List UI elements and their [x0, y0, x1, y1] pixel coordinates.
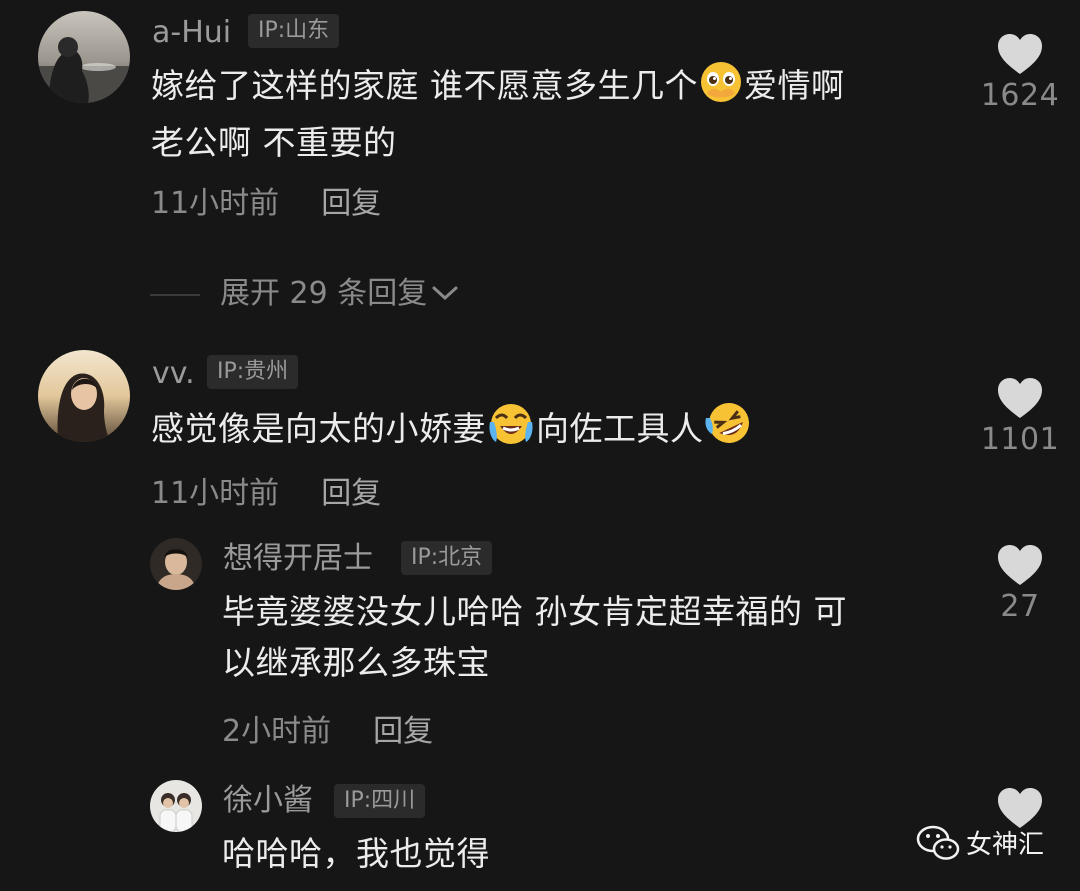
avatar[interactable] — [38, 11, 130, 103]
comment-text: 哈哈哈，我也觉得 — [222, 828, 822, 879]
comment-text-line1: 嫁给了这样的家庭 谁不愿意多生几个 — [151, 66, 698, 105]
username[interactable]: 想得开居士 — [223, 542, 373, 576]
like-button[interactable]: 27 — [980, 543, 1060, 624]
comment-text-line2: 老公啊 不重要的 — [151, 123, 397, 162]
heart-icon — [998, 378, 1042, 418]
heart-icon — [998, 34, 1042, 74]
ip-badge: IP:贵州 — [207, 355, 299, 389]
comment-text-line2: 以继承那么多珠宝 — [222, 643, 490, 682]
rolling-laughing-emoji-icon — [704, 400, 754, 460]
comment-text-line1b: 爱情啊 — [744, 66, 845, 105]
wechat-icon — [916, 825, 960, 860]
comment-meta: 11小时前 回复 — [151, 178, 381, 222]
like-button[interactable]: 1101 — [980, 376, 1060, 457]
ip-badge: IP:四川 — [334, 784, 426, 818]
comment-text: 感觉像是向太的小娇妻 向佐工具人 — [151, 400, 971, 460]
crying-face-emoji-icon — [486, 402, 536, 460]
divider — [150, 293, 200, 296]
like-button[interactable]: 1624 — [980, 32, 1060, 113]
reply-button[interactable]: 回复 — [321, 476, 381, 511]
heart-icon — [998, 545, 1042, 585]
watermark: 女神汇 — [916, 824, 1044, 861]
timestamp: 11小时前 — [151, 476, 280, 511]
like-count: 1101 — [980, 422, 1060, 457]
comment-text: 毕竟婆婆没女儿哈哈 孙女肯定超幸福的 可 以继承那么多珠宝 — [222, 586, 962, 688]
pleading-face-emoji-icon — [698, 61, 744, 117]
avatar[interactable] — [38, 350, 130, 442]
like-count: 27 — [1000, 589, 1040, 624]
comment-meta: 2小时前 回复 — [222, 706, 433, 750]
comment-text-a: 感觉像是向太的小娇妻 — [151, 409, 486, 448]
comment-text-line1: 毕竟婆婆没女儿哈哈 孙女肯定超幸福的 可 — [222, 592, 847, 631]
like-count: 1624 — [980, 78, 1060, 113]
timestamp: 11小时前 — [151, 186, 280, 221]
expand-label: 展开 29 条回复 — [220, 276, 428, 311]
username[interactable]: a-Hui — [152, 16, 231, 50]
username[interactable]: 徐小酱 — [223, 784, 313, 818]
timestamp: 2小时前 — [222, 714, 332, 749]
comment-text-b: 向佐工具人 — [536, 409, 704, 448]
watermark-text: 女神汇 — [965, 830, 1044, 860]
comment-text: 嫁给了这样的家庭 谁不愿意多生几个 爱情啊 老公啊 不重要的 — [151, 60, 971, 168]
reply-button[interactable]: 回复 — [321, 186, 381, 221]
reply-button[interactable]: 回复 — [373, 714, 433, 749]
comment-text-body: 哈哈哈，我也觉得 — [222, 834, 490, 873]
username[interactable]: vv. — [152, 357, 195, 391]
avatar[interactable] — [150, 780, 202, 832]
ip-badge: IP:山东 — [248, 14, 340, 48]
ip-badge: IP:北京 — [401, 541, 493, 575]
comment-meta: 11小时前 回复 — [151, 468, 381, 512]
chevron-down-icon — [432, 286, 458, 301]
expand-replies-button[interactable]: 展开 29 条回复 — [150, 268, 459, 312]
avatar[interactable] — [150, 538, 202, 590]
